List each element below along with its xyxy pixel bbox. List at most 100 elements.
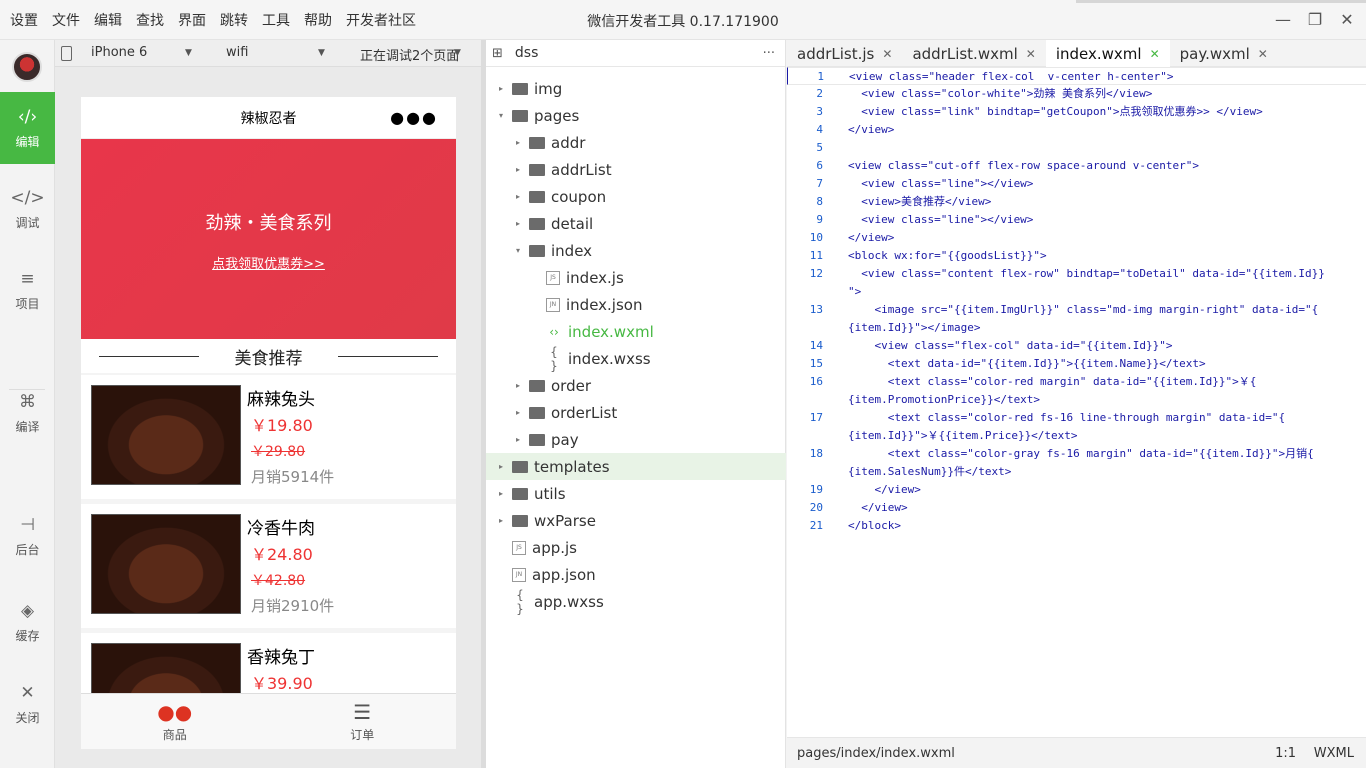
folder-item[interactable]: ▸ detail <box>486 210 786 237</box>
folder-item[interactable]: ▸ utils <box>486 480 786 507</box>
close-window-icon[interactable]: ✕ <box>1338 8 1356 30</box>
close-tab-icon[interactable]: ✕ <box>1258 47 1268 61</box>
chevron-right-icon[interactable]: ▸ <box>496 516 506 525</box>
menu-item[interactable]: 帮助 <box>304 10 332 30</box>
goods-item[interactable]: 冷香牛肉 ￥24.80 ￥42.80 月销2910件 <box>81 504 456 628</box>
folder-icon <box>529 190 545 203</box>
chevron-right-icon[interactable]: ▸ <box>513 381 523 390</box>
file-item[interactable]: ‹› index.wxml <box>486 318 786 345</box>
chevron-down-icon[interactable]: ▾ <box>513 246 523 255</box>
more-icon[interactable]: ●●● <box>390 108 438 127</box>
editor-tab[interactable]: index.wxml ✕ <box>1045 40 1170 67</box>
title-bar: 设置 文件 编辑 查找 界面 跳转 工具 帮助 开发者社区 微信开发者工具 0.17.17190… <box>0 0 1366 40</box>
sidebar-item-background[interactable]: ⊣ 后台 <box>0 500 55 572</box>
chevron-right-icon[interactable]: ▸ <box>496 84 506 93</box>
menu-item[interactable]: 开发者社区 <box>346 10 416 30</box>
sidebar-item-compile[interactable]: ⌘ 编译 <box>0 377 55 449</box>
sidebar-item-close[interactable]: ✕ 关闭 <box>0 668 55 740</box>
code-area[interactable]: 1 <view class="header flex-col v-center h… <box>787 67 1366 737</box>
folder-item[interactable]: ▸ img <box>486 75 786 102</box>
goods-image[interactable] <box>91 514 241 614</box>
sidebar-item-debug[interactable]: </> 调试 <box>0 173 55 245</box>
file-item[interactable]: JS index.js <box>486 264 786 291</box>
language-mode[interactable]: WXML <box>1314 746 1354 761</box>
folder-item[interactable]: ▸ pay <box>486 426 786 453</box>
chevron-right-icon[interactable]: ▸ <box>496 462 506 471</box>
folder-item[interactable]: ▸ templates <box>486 453 786 480</box>
file-item[interactable]: { } app.wxss <box>486 588 786 616</box>
editor-tab[interactable]: addrList.wxml ✕ <box>902 40 1045 67</box>
device-icon[interactable] <box>61 46 72 61</box>
debug-pages-select[interactable]: 正在调试2个页面 <box>360 45 459 64</box>
section-title: 美食推荐 <box>234 348 303 369</box>
folder-item[interactable]: ▸ orderList <box>486 399 786 426</box>
folder-item[interactable]: ▸ order <box>486 372 786 399</box>
network-select[interactable]: wifi <box>226 45 248 60</box>
chevron-right-icon[interactable]: ▸ <box>513 408 523 417</box>
folder-icon <box>512 82 528 95</box>
phone-screen: 辣椒忍者 ●●● 劲辣・美食系列 点我领取优惠券>> 美食推荐 麻辣兔头 ￥19.… <box>81 97 456 749</box>
code-line: 19 </view> <box>787 481 1366 499</box>
avatar[interactable] <box>12 52 42 82</box>
file-name: index.wxss <box>568 349 651 368</box>
sidebar-item-cache[interactable]: ◈ 缓存 <box>0 586 55 658</box>
js-file-icon: JS <box>512 540 526 555</box>
json-file-icon: JN <box>512 567 526 582</box>
coupon-link[interactable]: 点我领取优惠券>> <box>81 253 456 272</box>
file-item[interactable]: JS app.js <box>486 534 786 561</box>
menu-item[interactable]: 工具 <box>262 10 290 30</box>
sidebar-item-edit[interactable]: ‹/› 编辑 <box>0 92 55 164</box>
menu-item[interactable]: 编辑 <box>94 10 122 30</box>
debug-icon: </> <box>10 187 45 208</box>
tab-label: 商品 <box>162 728 187 742</box>
menu-item[interactable]: 界面 <box>178 10 206 30</box>
file-item[interactable]: JN app.json <box>486 561 786 588</box>
chevron-down-icon[interactable]: ▼ <box>454 48 461 58</box>
cursor-position: 1:1 <box>1275 745 1296 761</box>
menu-item[interactable]: 文件 <box>52 10 80 30</box>
tree-icon[interactable]: ⊞ <box>492 46 503 61</box>
chevron-right-icon[interactable]: ▸ <box>513 165 523 174</box>
folder-item[interactable]: ▸ addr <box>486 129 786 156</box>
maximize-icon[interactable]: ❐ <box>1306 8 1324 30</box>
close-tab-icon[interactable]: ✕ <box>882 47 892 61</box>
more-options-icon[interactable]: ··· <box>763 46 775 61</box>
folder-item[interactable]: ▸ addrList <box>486 156 786 183</box>
folder-item[interactable]: ▾ index <box>486 237 786 264</box>
code-text: </view> <box>848 501 908 514</box>
folder-item[interactable]: ▸ coupon <box>486 183 786 210</box>
goods-image[interactable] <box>91 385 241 485</box>
chevron-down-icon[interactable]: ▼ <box>185 48 192 58</box>
code-text: <text class="color-red fs-16 line-throug… <box>848 411 1286 424</box>
goods-item[interactable]: 麻辣兔头 ￥19.80 ￥29.80 月销5914件 <box>81 375 456 499</box>
file-item[interactable]: { } index.wxss <box>486 345 786 373</box>
tab-orders[interactable]: ☰ 订单 <box>269 694 457 749</box>
file-name: addr <box>551 133 586 152</box>
chevron-right-icon[interactable]: ▸ <box>513 138 523 147</box>
menu-item[interactable]: 跳转 <box>220 10 248 30</box>
phone-tabbar: ●● 商品 ☰ 订单 <box>81 693 456 749</box>
code-line: 9 <view class="line"></view> <box>787 211 1366 229</box>
menu-item[interactable]: 设置 <box>10 10 38 30</box>
sidebar-item-project[interactable]: ≡ 项目 <box>0 254 55 326</box>
chevron-right-icon[interactable]: ▸ <box>513 219 523 228</box>
close-tab-icon[interactable]: ✕ <box>1026 47 1036 61</box>
close-tab-icon[interactable]: ✕ <box>1150 47 1160 61</box>
goods-name: 冷香牛肉 <box>247 519 315 539</box>
chevron-down-icon[interactable]: ▼ <box>318 48 325 58</box>
chevron-down-icon[interactable]: ▾ <box>496 111 506 120</box>
tab-goods[interactable]: ●● 商品 <box>81 694 269 749</box>
folder-item[interactable]: ▸ wxParse <box>486 507 786 534</box>
editor-tab[interactable]: pay.wxml ✕ <box>1170 40 1278 67</box>
folder-item[interactable]: ▾ pages <box>486 102 786 129</box>
editor-tab[interactable]: addrList.js ✕ <box>787 40 902 67</box>
line-number: 4 <box>816 123 823 136</box>
chevron-right-icon[interactable]: ▸ <box>496 489 506 498</box>
minimize-icon[interactable]: — <box>1274 8 1292 30</box>
chevron-right-icon[interactable]: ▸ <box>513 435 523 444</box>
file-item[interactable]: JN index.json <box>486 291 786 318</box>
device-select[interactable]: iPhone 6 <box>91 45 147 60</box>
menu-item[interactable]: 查找 <box>136 10 164 30</box>
chevron-right-icon[interactable]: ▸ <box>513 192 523 201</box>
code-line: 6 <view class="cut-off flex-row space-aro… <box>787 157 1366 175</box>
